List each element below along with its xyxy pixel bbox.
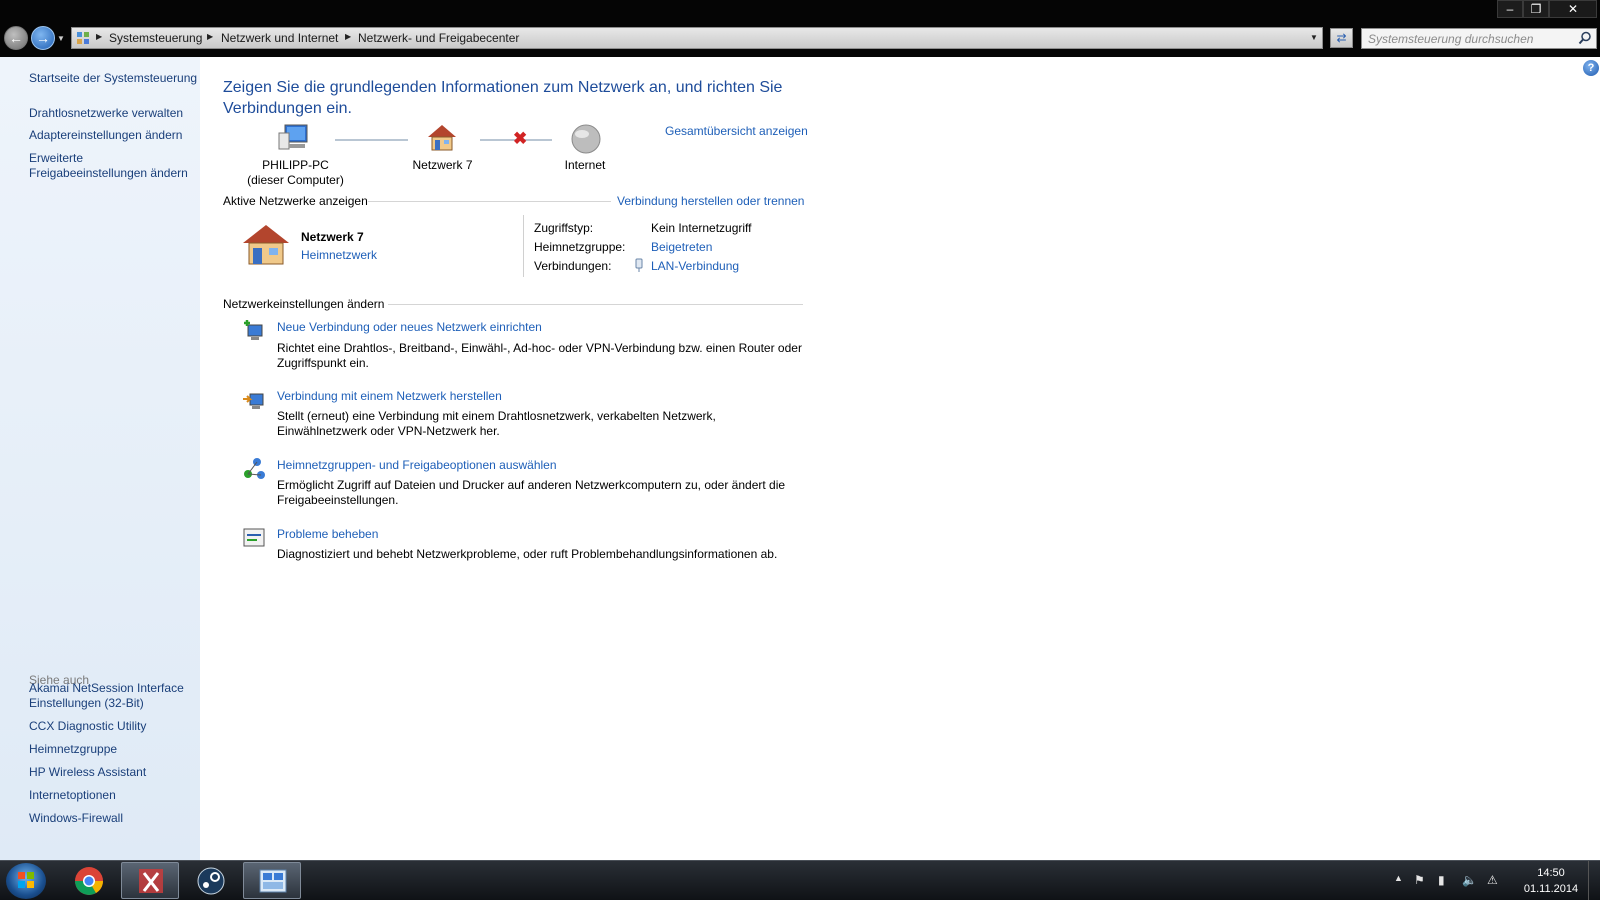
start-button[interactable] [6,863,46,899]
task-new-connection-desc: Richtet eine Drahtlos-, Breitband-, Einw… [277,341,802,370]
connections-label: Verbindungen: [534,259,612,273]
lan-connection-link[interactable]: LAN-Verbindung [651,259,739,273]
clock-date[interactable]: 01.11.2014 [1520,883,1582,895]
network-center-icon [259,869,287,893]
show-hidden-icons-icon[interactable]: ▲ [1394,873,1403,883]
home-network-icon [243,225,289,265]
taskbar-network-center[interactable] [243,862,301,899]
clock-time[interactable]: 14:50 [1520,867,1582,879]
close-button[interactable]: ✕ [1549,0,1597,18]
homegroup-label: Heimnetzgruppe: [534,240,626,254]
lan-cable-icon [635,258,643,272]
see-also-firewall[interactable]: Windows-Firewall [29,811,123,826]
connect-network-icon [243,393,264,409]
forward-arrow-icon: → [36,30,50,46]
sidebar-item-freigabeeinstellungen[interactable]: Erweiterte Freigabeeinstellungen ändern [29,151,189,181]
see-also-akamai[interactable]: Akamai NetSession Interface Einstellunge… [29,681,184,711]
see-also-heimnetzgruppe[interactable]: Heimnetzgruppe [29,742,117,757]
map-internet-label: Internet [564,158,606,172]
task-troubleshoot-link[interactable]: Probleme beheben [277,527,378,541]
control-panel-icon [77,32,89,44]
task-connect-network-link[interactable]: Verbindung mit einem Netzwerk herstellen [277,389,502,403]
divider [388,304,803,305]
divider [368,201,611,202]
taskbar-snipping-tool[interactable] [121,862,179,899]
search-field[interactable]: Systemsteuerung durchsuchen [1361,28,1597,49]
vertical-divider [523,215,524,277]
homegroup-link[interactable]: Beigetreten [651,240,712,254]
new-connection-icon [244,320,263,340]
back-button[interactable]: ← [4,26,28,50]
see-also-hp-wireless[interactable]: HP Wireless Assistant [29,765,146,780]
map-computer-label: PHILIPP-PC (dieser Computer) [238,158,353,188]
address-dropdown-icon[interactable]: ▼ [1310,33,1318,42]
breadcrumb-systemsteuerung[interactable]: Systemsteuerung [109,31,202,45]
access-type-label: Zugriffstyp: [534,221,594,235]
main-content: ? Zeigen Sie die grundlegenden Informati… [200,57,1600,860]
network-type-link[interactable]: Heimnetzwerk [301,248,377,262]
task-homegroup-options-link[interactable]: Heimnetzgruppen- und Freigabeoptionen au… [277,458,557,472]
steam-icon [197,867,225,895]
task-new-connection-link[interactable]: Neue Verbindung oder neues Netzwerk einr… [277,320,542,334]
homegroup-options-icon [244,458,265,479]
task-connect-network-desc: Stellt (erneut) eine Verbindung mit eine… [277,409,716,438]
active-network-name: Netzwerk 7 [301,230,364,244]
refresh-button[interactable]: ⇄ [1330,28,1353,48]
network-status-icon[interactable]: ⚠ [1487,873,1498,887]
task-homegroup-options-desc: Ermöglicht Zugriff auf Dateien und Druck… [277,478,786,507]
internet-globe-icon [571,124,601,154]
map-network-label: Netzwerk 7 [412,158,473,172]
chrome-icon [75,867,103,895]
breadcrumb-separator-icon: ▶ [345,32,352,41]
help-icon[interactable]: ? [1583,60,1599,76]
change-settings-heading: Netzwerkeinstellungen ändern [223,297,385,311]
sidebar-item-startseite[interactable]: Startseite der Systemsteuerung [29,71,199,86]
no-connection-x-icon[interactable]: ✖ [513,129,527,149]
computer-name: PHILIPP-PC [262,158,329,172]
computer-icon [278,124,308,150]
connect-disconnect-link[interactable]: Verbindung herstellen oder trennen [617,194,804,208]
task-troubleshoot-desc: Diagnostiziert und behebt Netzwerkproble… [277,547,778,561]
taskbar-steam[interactable] [182,862,240,899]
address-bar[interactable]: ▶ Systemsteuerung ▶ Netzwerk und Interne… [71,27,1323,49]
page-title: Zeigen Sie die grundlegenden Information… [223,79,783,117]
volume-icon[interactable]: 🔈 [1462,873,1477,887]
search-icon[interactable] [1578,31,1592,45]
snipping-tool-icon [139,869,163,893]
task-pane: Startseite der Systemsteuerung Drahtlosn… [0,57,200,860]
breadcrumb-netzwerk-und-internet[interactable]: Netzwerk und Internet [221,31,338,45]
breadcrumb-separator-icon: ▶ [96,32,103,41]
minimize-button[interactable]: – [1497,0,1523,18]
network-house-icon[interactable] [426,123,458,153]
navigation-bar: ← → ▼ ▶ Systemsteuerung ▶ Netzwerk und I… [0,22,1600,57]
see-also-ccx[interactable]: CCX Diagnostic Utility [29,719,146,734]
maximize-button[interactable]: ❐ [1523,0,1549,18]
breadcrumb-separator-icon: ▶ [207,32,214,41]
access-type-value: Kein Internetzugriff [651,221,752,235]
show-desktop-button[interactable] [1588,861,1600,900]
windows-logo-icon [18,872,34,888]
map-connection-line [335,139,408,141]
title-bar: – ❐ ✕ [0,0,1600,22]
back-arrow-icon: ← [9,30,23,46]
power-icon[interactable]: ▮ [1438,873,1445,887]
breadcrumb-netzwerk-und-freigabecenter[interactable]: Netzwerk- und Freigabecenter [358,31,519,45]
recent-pages-dropdown[interactable]: ▼ [57,34,65,43]
forward-button[interactable]: → [31,26,55,50]
full-map-link[interactable]: Gesamtübersicht anzeigen [665,124,808,138]
computer-subtitle: (dieser Computer) [247,173,344,187]
sidebar-item-adaptereinstellungen[interactable]: Adaptereinstellungen ändern [29,128,199,143]
action-center-flag-icon[interactable]: ⚑ [1414,873,1425,887]
troubleshoot-icon [243,528,265,547]
search-placeholder: Systemsteuerung durchsuchen [1368,32,1534,46]
refresh-icon: ⇄ [1336,31,1347,45]
taskbar: ▲ ⚑ ▮ 🔈 ⚠ 14:50 01.11.2014 [0,860,1600,900]
active-networks-heading: Aktive Netzwerke anzeigen [223,194,368,208]
taskbar-chrome[interactable] [60,862,118,899]
see-also-internetoptionen[interactable]: Internetoptionen [29,788,116,803]
sidebar-item-drahtlosnetzwerke[interactable]: Drahtlosnetzwerke verwalten [29,106,199,121]
